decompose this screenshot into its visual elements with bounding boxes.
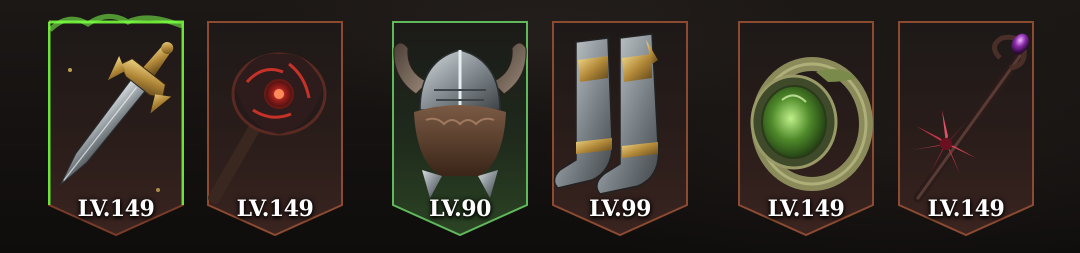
axe-icon bbox=[208, 52, 327, 204]
equipment-slot-helmet[interactable]: LV.90 bbox=[392, 0, 528, 253]
item-level-label: LV.149 bbox=[236, 196, 314, 222]
helmet-icon bbox=[393, 42, 527, 198]
equipment-slot-weapon[interactable]: LV.149 bbox=[48, 0, 184, 253]
sword-icon bbox=[59, 41, 174, 186]
item-level-label: LV.99 bbox=[589, 196, 651, 222]
item-level-label: LV.90 bbox=[429, 196, 491, 222]
equipment-slot-staff[interactable]: LV.149 bbox=[898, 0, 1034, 253]
item-level-label: LV.149 bbox=[77, 196, 155, 222]
item-level-label: LV.149 bbox=[927, 196, 1005, 222]
equipment-slot-offhand[interactable]: LV.149 bbox=[207, 0, 343, 253]
equipment-slot-boots[interactable]: LV.99 bbox=[552, 0, 688, 253]
equipment-slot-ring[interactable]: LV.149 bbox=[738, 0, 874, 253]
ring-icon bbox=[750, 57, 873, 191]
staff-icon bbox=[912, 33, 1029, 203]
equipment-bar: LV.149 LV.149 LV.90 LV.99 LV.149 LV.149 bbox=[0, 0, 1080, 253]
boots-icon bbox=[553, 33, 660, 195]
item-level-label: LV.149 bbox=[767, 196, 845, 222]
